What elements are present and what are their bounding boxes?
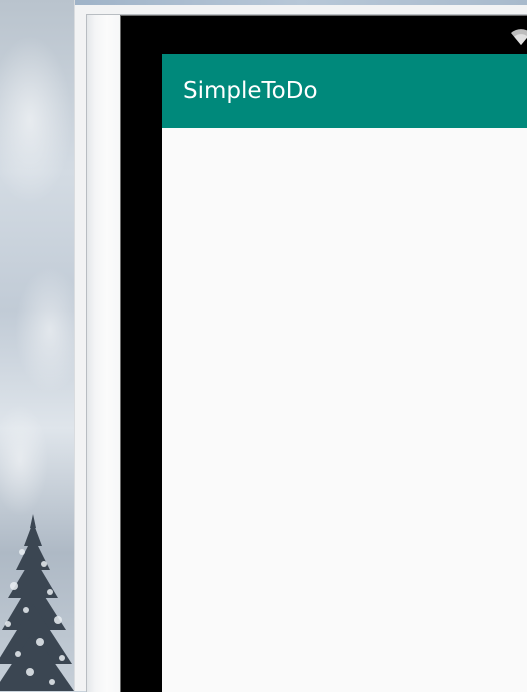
pine-tree-image [0, 514, 74, 691]
todo-list-area[interactable] [162, 128, 527, 692]
emulator-device-screen: SimpleToDo [120, 15, 527, 692]
status-bar [121, 16, 527, 54]
app-window: SimpleToDo [162, 54, 527, 692]
host-window-titlebar [75, 0, 527, 5]
app-toolbar: SimpleToDo [162, 54, 527, 128]
wifi-icon [511, 29, 527, 45]
app-title: SimpleToDo [183, 78, 318, 104]
desktop-wallpaper [0, 0, 74, 691]
